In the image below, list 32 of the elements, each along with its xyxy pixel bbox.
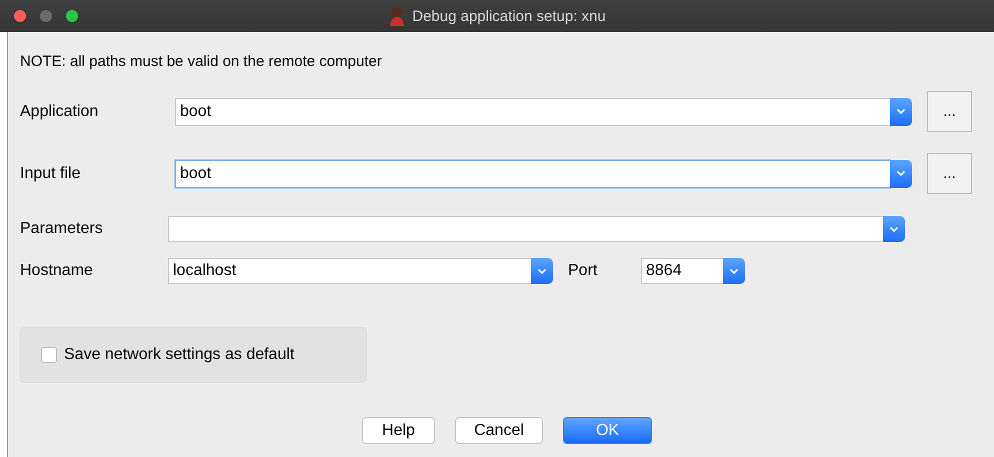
browse-button[interactable]: ...	[927, 153, 972, 194]
close-button[interactable]	[14, 10, 26, 22]
zoom-button[interactable]	[66, 10, 78, 22]
chevron-icon	[896, 108, 906, 115]
checkbox[interactable]	[41, 347, 57, 363]
field-label: Hostname	[20, 262, 93, 279]
dropdown-button[interactable]	[890, 98, 912, 126]
dropdown-button[interactable]	[883, 216, 905, 242]
app-icon	[388, 6, 406, 26]
field-label: Input file	[20, 164, 80, 182]
dropdown-button[interactable]	[890, 160, 912, 188]
field-label: Parameters	[20, 220, 103, 237]
combo-field[interactable]: 8864	[641, 258, 723, 284]
field-label: Port	[568, 262, 598, 279]
dropdown-button[interactable]	[531, 258, 553, 284]
dropdown-button[interactable]	[723, 258, 745, 284]
window-title: Debug application setup: xnu	[412, 8, 606, 24]
chevron-icon	[896, 170, 906, 177]
chevron-icon	[889, 226, 899, 232]
combo-field[interactable]: boot	[175, 98, 890, 126]
note-text: NOTE: all paths must be valid on the remote computer	[20, 53, 382, 71]
chevron-icon	[537, 268, 547, 274]
field-label: Application	[20, 102, 98, 120]
minimize-button[interactable]	[40, 10, 52, 22]
chevron-icon	[729, 268, 739, 274]
combo-field[interactable]: boot	[175, 160, 890, 188]
dialog-button[interactable]: Cancel	[455, 417, 543, 444]
browse-button[interactable]: ...	[927, 91, 972, 132]
dialog-button[interactable]: Help	[362, 417, 435, 444]
combo-field[interactable]	[168, 216, 883, 242]
combo-field[interactable]: localhost	[168, 258, 531, 284]
checkbox-label: Save network settings as default	[64, 346, 294, 364]
